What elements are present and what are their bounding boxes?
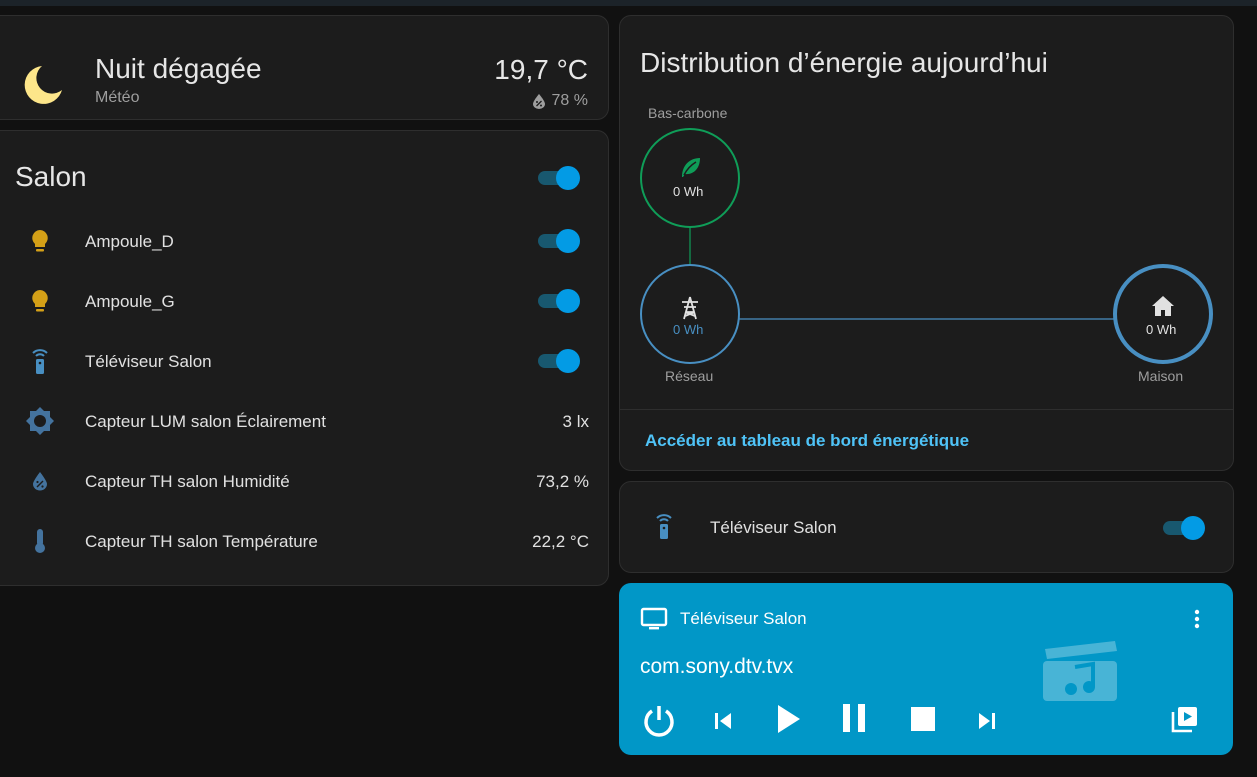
skip-previous-icon[interactable] <box>709 707 737 735</box>
media-player-card[interactable]: Téléviseur Salon com.sony.dtv.tvx <box>619 583 1233 755</box>
entity-label[interactable]: Capteur TH salon Humidité <box>85 472 290 492</box>
water-percent-icon[interactable] <box>24 469 56 493</box>
movie-music-icon <box>1041 637 1119 706</box>
weather-temperature: 19,7 °C <box>494 54 588 85</box>
entity-row-capteur-lum[interactable]: Capteur LUM salon Éclairement 3 lx <box>0 401 609 441</box>
weather-humidity-value: 78 % <box>551 92 588 109</box>
entity-row-capteur-temperature[interactable]: Capteur TH salon Température 22,2 °C <box>0 521 609 561</box>
weather-humidity: 78 % <box>532 92 588 110</box>
transmission-tower-icon[interactable] <box>679 296 701 325</box>
stop-icon[interactable] <box>907 703 939 735</box>
entity-label[interactable]: Ampoule_G <box>85 292 175 312</box>
energy-divider <box>620 409 1233 410</box>
energy-dashboard-link[interactable]: Accéder au tableau de bord énergétique <box>645 431 969 451</box>
more-options-icon[interactable] <box>1185 607 1209 631</box>
home-value[interactable]: 0 Wh <box>1146 322 1176 337</box>
salon-card: Salon Ampoule_D Ampoule_G Téléviseur Sal… <box>0 130 609 586</box>
leaf-icon[interactable] <box>678 155 702 184</box>
weather-condition: Nuit dégagée <box>95 53 262 84</box>
tv-entity-label[interactable]: Téléviseur Salon <box>710 518 837 538</box>
energy-flow-diagram <box>640 128 1213 364</box>
brightness-icon[interactable] <box>24 407 56 435</box>
home-icon[interactable] <box>1151 295 1175 322</box>
low-carbon-label: Bas-carbone <box>648 105 728 121</box>
ampoule-d-toggle[interactable] <box>536 229 582 253</box>
moon-icon <box>22 64 64 111</box>
weather-card[interactable]: Nuit dégagée Météo 19,7 °C 78 % <box>0 15 609 120</box>
tv-entity-card[interactable]: Téléviseur Salon <box>619 481 1234 573</box>
television-icon <box>640 607 668 636</box>
salon-title: Salon <box>15 161 87 192</box>
salon-master-toggle[interactable] <box>536 166 582 190</box>
power-icon[interactable] <box>639 701 679 741</box>
entity-row-televiseur-salon[interactable]: Téléviseur Salon <box>0 341 609 381</box>
entity-value: 73,2 % <box>536 472 589 491</box>
home-label: Maison <box>1138 368 1184 384</box>
entity-row-ampoule-d[interactable]: Ampoule_D <box>0 221 609 261</box>
low-carbon-value[interactable]: 0 Wh <box>673 184 703 199</box>
entity-value: 3 lx <box>562 412 589 431</box>
tv-entity-toggle[interactable] <box>1161 516 1207 540</box>
ampoule-g-toggle[interactable] <box>536 289 582 313</box>
water-percent-icon <box>532 94 545 109</box>
play-icon[interactable] <box>770 701 806 737</box>
lightbulb-icon[interactable] <box>24 229 56 253</box>
skip-next-icon[interactable] <box>973 707 1001 735</box>
pause-icon[interactable] <box>837 701 871 735</box>
entity-row-capteur-humidite[interactable]: Capteur TH salon Humidité 73,2 % <box>0 461 609 501</box>
top-bar <box>0 0 1257 6</box>
grid-label: Réseau <box>665 368 714 384</box>
remote-tv-icon[interactable] <box>654 512 674 545</box>
media-title: Téléviseur Salon <box>680 609 807 628</box>
entity-label[interactable]: Téléviseur Salon <box>85 352 212 372</box>
thermometer-icon[interactable] <box>24 529 56 553</box>
entity-label[interactable]: Capteur LUM salon Éclairement <box>85 412 326 432</box>
entity-value: 22,2 °C <box>532 532 589 551</box>
grid-value[interactable]: 0 Wh <box>673 322 703 337</box>
entity-label[interactable]: Ampoule_D <box>85 232 174 252</box>
entity-row-ampoule-g[interactable]: Ampoule_G <box>0 281 609 321</box>
playlist-play-icon[interactable] <box>1169 703 1201 735</box>
entity-label[interactable]: Capteur TH salon Température <box>85 532 318 552</box>
energy-distribution-card: Distribution d’énergie aujourd’hui Bas-c… <box>619 15 1234 471</box>
lightbulb-icon[interactable] <box>24 289 56 313</box>
weather-name: Météo <box>95 89 140 106</box>
media-app-name: com.sony.dtv.tvx <box>640 655 794 678</box>
remote-tv-icon[interactable] <box>24 349 56 374</box>
televiseur-salon-toggle[interactable] <box>536 349 582 373</box>
